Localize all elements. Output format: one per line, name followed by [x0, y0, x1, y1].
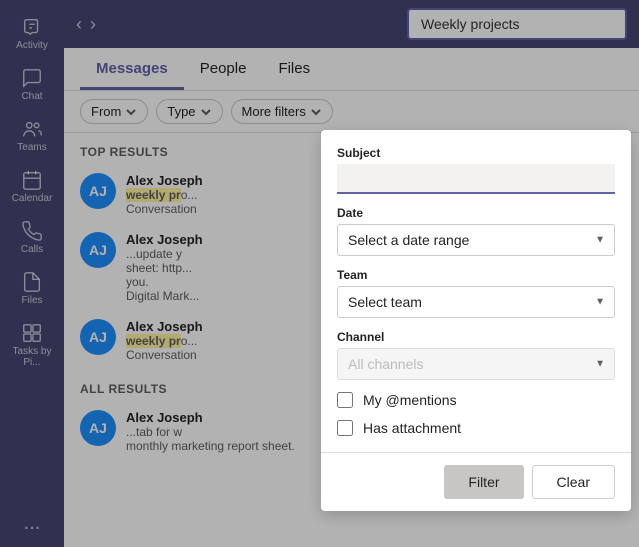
modal-overlay: Subject Date Select a date range Today T…	[0, 0, 639, 547]
subject-label: Subject	[337, 146, 615, 160]
mentions-checkbox-row: My @mentions	[337, 392, 615, 408]
modal-body: Subject Date Select a date range Today T…	[321, 130, 631, 452]
attachment-checkbox[interactable]	[337, 420, 353, 436]
filter-button[interactable]: Filter	[444, 465, 523, 499]
mentions-label[interactable]: My @mentions	[363, 392, 457, 408]
clear-button[interactable]: Clear	[532, 465, 615, 499]
date-field-group: Date Select a date range Today This week…	[337, 206, 615, 256]
channel-select[interactable]: All channels	[337, 348, 615, 380]
team-select-wrapper: Select team	[337, 286, 615, 318]
date-label: Date	[337, 206, 615, 220]
team-select[interactable]: Select team	[337, 286, 615, 318]
subject-input[interactable]	[337, 164, 615, 194]
attachment-label[interactable]: Has attachment	[363, 420, 461, 436]
date-select-wrapper: Select a date range Today This week This…	[337, 224, 615, 256]
channel-select-wrapper: All channels	[337, 348, 615, 380]
channel-label: Channel	[337, 330, 615, 344]
date-select[interactable]: Select a date range Today This week This…	[337, 224, 615, 256]
filter-modal: Subject Date Select a date range Today T…	[321, 130, 631, 511]
mentions-checkbox[interactable]	[337, 392, 353, 408]
channel-field-group: Channel All channels	[337, 330, 615, 380]
team-field-group: Team Select team	[337, 268, 615, 318]
attachment-checkbox-row: Has attachment	[337, 420, 615, 436]
team-label: Team	[337, 268, 615, 282]
subject-field-group: Subject	[337, 146, 615, 194]
modal-footer: Filter Clear	[321, 452, 631, 511]
